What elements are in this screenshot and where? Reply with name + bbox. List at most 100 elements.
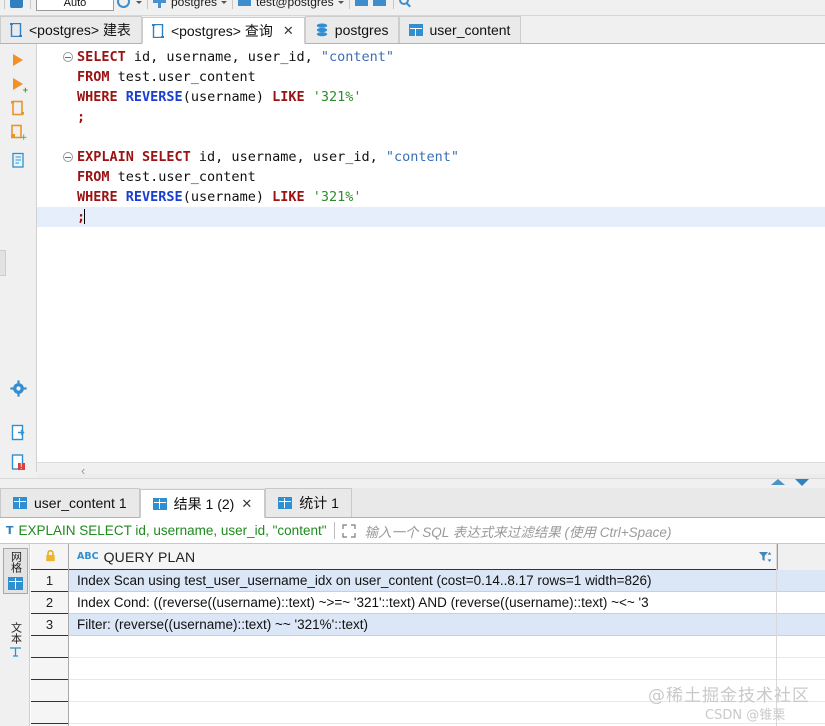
sql-editor[interactable]: SELECT id, username, user_id, "content"F… xyxy=(37,44,825,462)
result-tab-label: 统计 1 xyxy=(299,493,339,513)
grid-cell-empty xyxy=(69,658,825,680)
filter-type-icon: T xyxy=(6,524,14,537)
code-token: "content" xyxy=(321,49,394,65)
code-line[interactable]: EXPLAIN SELECT id, username, user_id, "c… xyxy=(37,147,825,167)
code-token: (username) xyxy=(183,189,272,205)
code-token: FROM xyxy=(77,69,110,85)
text-view-label: 文本 xyxy=(10,620,22,646)
sql-code[interactable]: SELECT id, username, user_id, "content"F… xyxy=(37,47,825,227)
grid-cell-empty xyxy=(69,636,825,658)
grid-view-label: 网格 xyxy=(10,549,22,575)
grid-cell[interactable]: Index Scan using test_user_username_idx … xyxy=(69,570,825,592)
code-token: '321%' xyxy=(313,89,362,105)
chevron-down-icon[interactable] xyxy=(136,1,142,4)
database-icon[interactable] xyxy=(10,0,25,10)
editor-tab-query[interactable]: <postgres> 查询 ✕ xyxy=(142,17,305,44)
code-line[interactable] xyxy=(37,127,825,147)
refresh-icon[interactable] xyxy=(117,0,132,10)
result-tab-user-content[interactable]: user_content 1 xyxy=(0,488,140,517)
grid-cell[interactable]: Index Cond: ((reverse((username)::text) … xyxy=(69,592,825,614)
grid-view-tab[interactable]: 网格 xyxy=(3,548,28,594)
commit-mode-select[interactable]: Auto xyxy=(36,0,114,11)
column-header-query-plan[interactable]: ABC QUERY PLAN xyxy=(69,544,825,570)
database-icon xyxy=(315,23,329,37)
code-token: REVERSE xyxy=(126,89,183,105)
plus-icon[interactable] xyxy=(153,0,168,10)
filter-input-placeholder[interactable]: 输入一个 SQL 表达式来过滤结果 (使用 Ctrl+Space) xyxy=(365,521,672,541)
code-token: WHERE xyxy=(77,189,126,205)
code-line[interactable]: FROM test.user_content xyxy=(37,67,825,87)
text-view-tab[interactable]: 文本 xyxy=(3,620,28,658)
editor-tab-user-content[interactable]: user_content xyxy=(399,16,521,43)
toolbar-connection-label[interactable]: test@postgres xyxy=(256,0,334,9)
code-line[interactable]: SELECT id, username, user_id, "content" xyxy=(37,47,825,67)
grid-icon[interactable] xyxy=(373,0,388,10)
collapse-down-icon[interactable] xyxy=(795,479,809,486)
toolbar-separator xyxy=(232,0,233,9)
code-line[interactable]: WHERE REVERSE(username) LIKE '321%' xyxy=(37,87,825,107)
sql-editor-icon xyxy=(10,23,23,37)
code-line[interactable]: WHERE REVERSE(username) LIKE '321%' xyxy=(37,187,825,207)
results-tab-bar: user_content 1 结果 1 (2) ✕ 统计 1 xyxy=(0,488,825,518)
table-icon xyxy=(13,497,27,509)
toolbar-separator xyxy=(4,0,5,9)
panel-splitter[interactable] xyxy=(0,478,825,488)
row-number[interactable]: 1 xyxy=(31,570,68,592)
execute-new-tab-icon[interactable]: + xyxy=(10,124,27,141)
code-token xyxy=(305,189,313,205)
sort-filter-icon[interactable] xyxy=(758,550,772,564)
row-number-gutter: 123 xyxy=(31,544,69,726)
table-icon xyxy=(153,498,167,510)
editor-tab-postgres[interactable]: postgres xyxy=(305,16,400,43)
explain-plan-icon[interactable] xyxy=(10,152,27,169)
toolbar-separator xyxy=(30,0,31,9)
result-tab-results[interactable]: 结果 1 (2) ✕ xyxy=(140,489,266,518)
sql-error-icon[interactable]: ! xyxy=(10,454,27,471)
fold-collapse-icon[interactable] xyxy=(63,52,73,62)
watermark-secondary: CSDN @锥栗 xyxy=(705,704,785,723)
code-line[interactable]: ; xyxy=(37,207,825,227)
editor-tab-create-table[interactable]: <postgres> 建表 xyxy=(0,16,142,43)
code-token xyxy=(305,89,313,105)
panel-collapse-handle[interactable] xyxy=(0,250,6,276)
code-line[interactable]: FROM test.user_content xyxy=(37,167,825,187)
code-token: EXPLAIN SELECT xyxy=(77,149,191,165)
row-number[interactable]: 2 xyxy=(31,592,68,614)
abc-type-icon: ABC xyxy=(77,551,99,562)
close-icon[interactable]: ✕ xyxy=(283,23,294,39)
row-number[interactable]: 3 xyxy=(31,614,68,636)
code-token: id, username, user_id, xyxy=(191,149,386,165)
execute-statement-icon[interactable] xyxy=(10,52,27,69)
settings-gear-icon[interactable] xyxy=(10,380,27,397)
row-number-empty xyxy=(31,702,68,724)
results-filter-bar[interactable]: T EXPLAIN SELECT id, username, user_id, … xyxy=(0,518,825,544)
code-line[interactable]: ; xyxy=(37,107,825,127)
column-header-filler xyxy=(777,544,825,570)
chevron-down-icon[interactable] xyxy=(338,1,344,4)
execute-sql-script-icon[interactable] xyxy=(10,100,27,117)
execute-script-icon[interactable]: + xyxy=(10,76,27,93)
lock-icon xyxy=(45,549,55,560)
toolbar-database-label[interactable]: postgres xyxy=(171,0,217,9)
fold-collapse-icon[interactable] xyxy=(63,152,73,162)
close-icon[interactable]: ✕ xyxy=(241,496,252,512)
code-token: WHERE xyxy=(77,89,126,105)
search-icon[interactable] xyxy=(399,0,414,10)
watermark-primary: @稀土掘金技术社区 xyxy=(648,681,810,706)
svg-text:!: ! xyxy=(20,462,23,471)
result-tab-statistics[interactable]: 统计 1 xyxy=(265,488,352,517)
editor-horizontal-scrollbar[interactable]: ‹ xyxy=(37,462,825,478)
code-token: FROM xyxy=(77,169,110,185)
export-data-icon[interactable] xyxy=(10,424,27,441)
row-number-empty xyxy=(31,636,68,658)
chevron-down-icon[interactable] xyxy=(221,1,227,4)
expand-icon[interactable] xyxy=(342,524,356,538)
grid-cell[interactable]: Filter: (reverse((username)::text) ~~ '3… xyxy=(69,614,825,636)
grid-icon[interactable] xyxy=(238,0,253,10)
sql-editor-icon xyxy=(152,24,165,38)
editor-tab-label: postgres xyxy=(335,22,389,38)
code-token: test.user_content xyxy=(110,69,256,85)
grid-icon[interactable] xyxy=(355,0,370,10)
collapse-up-icon[interactable] xyxy=(771,479,785,485)
toolbar-separator xyxy=(147,0,148,9)
